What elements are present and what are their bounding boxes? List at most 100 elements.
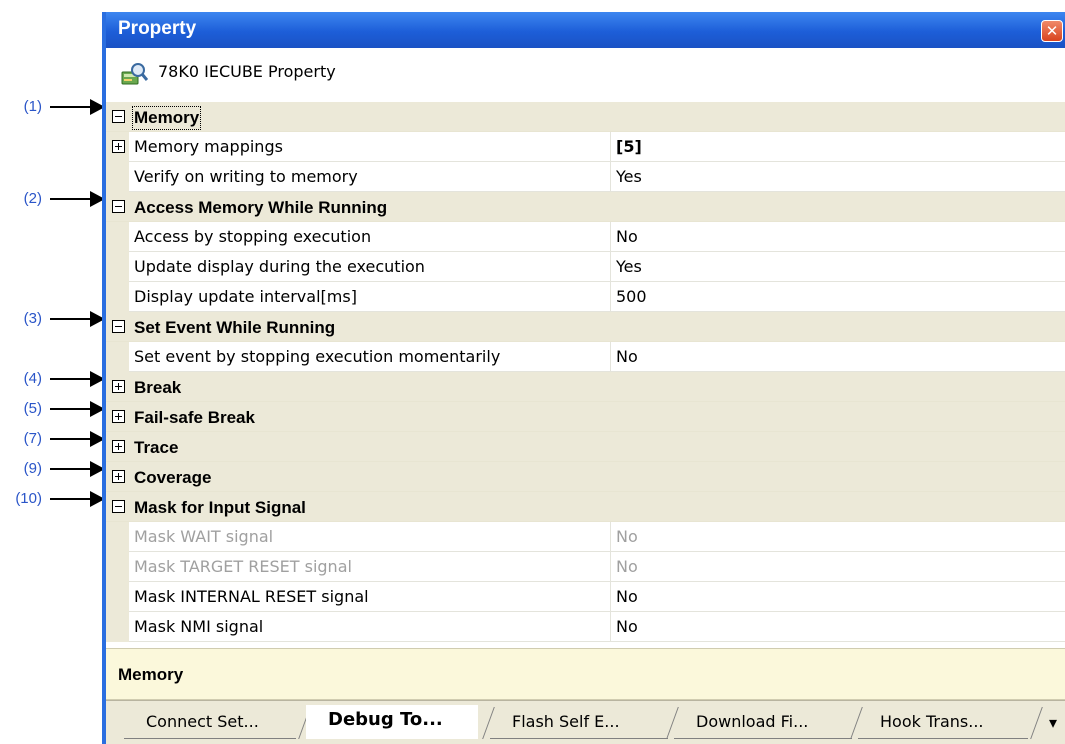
callout-arrow-line (50, 498, 92, 500)
callout-number: (10) (15, 490, 42, 507)
category-label: Memory (131, 106, 202, 130)
property-row-mask-nmi[interactable]: Mask NMI signal No (106, 612, 1065, 642)
property-row-set-event-stop[interactable]: Set event by stopping execution momentar… (106, 342, 1065, 372)
property-row-verify[interactable]: Verify on writing to memory Yes (106, 162, 1065, 192)
callout-10: (10) (0, 490, 106, 508)
property-value[interactable]: Yes (616, 167, 642, 186)
close-button[interactable]: ✕ (1041, 20, 1063, 42)
property-value[interactable]: Yes (616, 257, 642, 276)
category-label: Access Memory While Running (134, 198, 388, 217)
property-name: Update display during the execution (134, 257, 425, 276)
callout-number: (9) (23, 460, 42, 477)
category-set-event[interactable]: Set Event While Running (106, 312, 1065, 342)
category-mask-input-signal[interactable]: Mask for Input Signal (106, 492, 1065, 522)
column-divider (610, 222, 611, 252)
column-divider (610, 582, 611, 612)
expand-toggle-icon[interactable] (112, 470, 125, 483)
callout-number: (3) (23, 310, 42, 327)
row-gutter (106, 162, 129, 192)
row-gutter (106, 222, 129, 252)
property-name: Mask NMI signal (134, 617, 264, 636)
column-divider (610, 282, 611, 312)
property-name: Mask WAIT signal (134, 527, 274, 546)
callout-number: (1) (23, 98, 42, 115)
category-label: Trace (134, 438, 179, 457)
callout-number: (5) (23, 400, 42, 417)
callout-arrow-line (50, 378, 92, 380)
property-name: Verify on writing to memory (134, 167, 358, 186)
callout-arrow-line (50, 438, 92, 440)
property-value[interactable]: No (616, 587, 638, 606)
callout-5: (5) (0, 400, 106, 418)
column-divider (610, 252, 611, 282)
row-gutter (106, 552, 129, 582)
property-row-update-interval[interactable]: Display update interval[ms] 500 (106, 282, 1065, 312)
property-name: Set event by stopping execution momentar… (134, 347, 501, 366)
callout-number: (2) (23, 190, 42, 207)
collapse-toggle-icon[interactable] (112, 320, 125, 333)
property-name: Display update interval[ms] (134, 287, 357, 306)
expand-toggle-icon[interactable] (112, 380, 125, 393)
column-divider (610, 132, 611, 162)
callout-4: (4) (0, 370, 106, 388)
description-pane: Memory (106, 648, 1065, 700)
category-label: Fail-safe Break (134, 408, 255, 427)
tab-flash-self-emulation[interactable]: Flash Self E... (490, 707, 668, 739)
property-value[interactable]: 500 (616, 287, 647, 306)
property-row-mask-internal-reset[interactable]: Mask INTERNAL RESET signal No (106, 582, 1065, 612)
property-search-icon (120, 60, 149, 88)
property-value: No (616, 527, 638, 546)
callout-arrow-line (50, 468, 92, 470)
collapse-toggle-icon[interactable] (112, 200, 125, 213)
property-name: Mask INTERNAL RESET signal (134, 587, 369, 606)
tab-download-file-settings[interactable]: Download Fi... (674, 707, 852, 739)
tab-hook-transaction-settings[interactable]: Hook Trans... (858, 707, 1028, 739)
category-label: Break (134, 378, 182, 397)
property-value[interactable]: No (616, 347, 638, 366)
category-failsafe-break[interactable]: Fail-safe Break (106, 402, 1065, 432)
panel-header-label: 78K0 IECUBE Property (158, 62, 336, 81)
property-name: Access by stopping execution (134, 227, 372, 246)
category-coverage[interactable]: Coverage (106, 462, 1065, 492)
callout-arrow-line (50, 106, 92, 108)
property-row-access-stop[interactable]: Access by stopping execution No (106, 222, 1065, 252)
property-name: Mask TARGET RESET signal (134, 557, 352, 576)
property-row-memory-mappings[interactable]: Memory mappings [5] (106, 132, 1065, 162)
expand-toggle-icon[interactable] (112, 440, 125, 453)
column-divider (610, 522, 611, 552)
collapse-toggle-icon[interactable] (112, 500, 125, 513)
property-row-mask-wait: Mask WAIT signal No (106, 522, 1065, 552)
property-value[interactable]: No (616, 617, 638, 636)
category-memory[interactable]: Memory (106, 102, 1065, 132)
callout-3: (3) (0, 310, 106, 328)
category-trace[interactable]: Trace (106, 432, 1065, 462)
property-row-mask-target-reset: Mask TARGET RESET signal No (106, 552, 1065, 582)
property-value: No (616, 557, 638, 576)
tab-overflow-icon[interactable]: ▾ (1049, 713, 1057, 732)
category-access-memory[interactable]: Access Memory While Running (106, 192, 1065, 222)
callout-2: (2) (0, 190, 106, 208)
expand-toggle-icon[interactable] (112, 410, 125, 423)
row-gutter (106, 582, 129, 612)
callout-number: (7) (23, 430, 42, 447)
property-value[interactable]: [5] (616, 137, 642, 156)
callout-arrow-line (50, 198, 92, 200)
category-label: Coverage (134, 468, 212, 487)
property-value[interactable]: No (616, 227, 638, 246)
column-divider (610, 552, 611, 582)
column-divider (610, 342, 611, 372)
tab-connect-settings[interactable]: Connect Set... (124, 707, 296, 739)
column-divider (610, 162, 611, 192)
collapse-toggle-icon[interactable] (112, 110, 125, 123)
category-break[interactable]: Break (106, 372, 1065, 402)
title-bar[interactable]: Property ✕ (106, 12, 1065, 48)
row-gutter (106, 282, 129, 312)
property-panel: Property ✕ 78K0 IECUBE Property Memory M… (102, 12, 1065, 744)
tab-debug-tool-settings[interactable]: Debug To... (306, 705, 478, 739)
category-label: Mask for Input Signal (134, 498, 306, 517)
callout-7: (7) (0, 430, 106, 448)
column-divider (610, 612, 611, 642)
expand-toggle-icon[interactable] (112, 140, 125, 153)
property-row-update-display[interactable]: Update display during the execution Yes (106, 252, 1065, 282)
callout-1: (1) (0, 98, 106, 116)
